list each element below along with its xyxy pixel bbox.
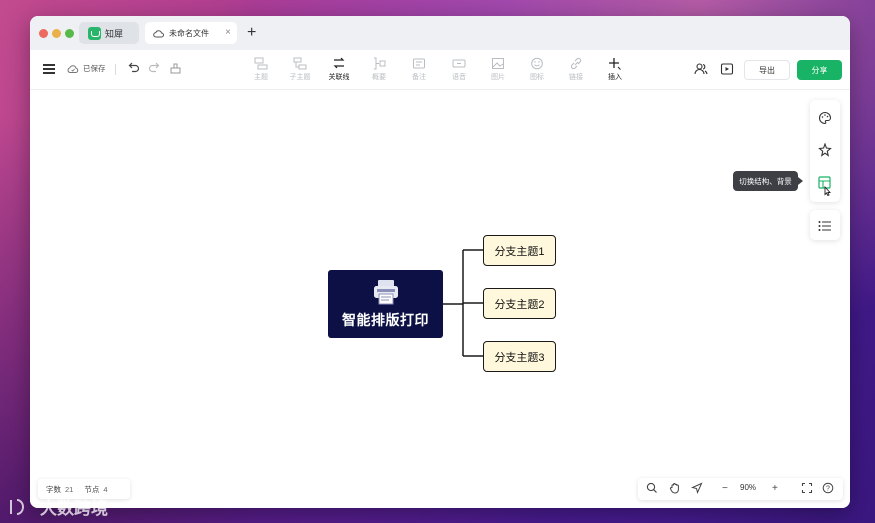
- svg-text:?: ?: [826, 485, 830, 492]
- search-icon[interactable]: [646, 482, 658, 499]
- zoom-in-button[interactable]: +: [772, 482, 778, 496]
- minimize-window-button[interactable]: [52, 29, 61, 38]
- hand-pan-icon[interactable]: [669, 482, 681, 499]
- watermark-text: 大数跨境: [40, 499, 108, 518]
- tool-link[interactable]: 链接: [561, 56, 591, 82]
- tool-subtopic[interactable]: 子主题: [285, 56, 315, 82]
- redo-icon[interactable]: [148, 61, 160, 76]
- cloud-saved-icon: [67, 64, 79, 73]
- voice-icon: [444, 56, 474, 70]
- branch-topic-2[interactable]: 分支主题2: [483, 288, 556, 319]
- structure-background-icon[interactable]: [818, 176, 834, 201]
- menu-icon[interactable]: [43, 64, 55, 74]
- collaborators-icon[interactable]: [694, 62, 708, 81]
- tool-voice[interactable]: 语音: [444, 56, 474, 82]
- app-window: 知犀 未命名文件 × + 已保存 主题 子主题 关联线 概要 备注 语音 图片 …: [30, 16, 850, 508]
- theme-palette-icon[interactable]: [818, 111, 832, 130]
- new-tab-button[interactable]: +: [247, 24, 256, 42]
- subtopic-icon: [285, 56, 315, 70]
- app-home-tab[interactable]: 知犀: [79, 22, 139, 44]
- outline-panel: [810, 210, 840, 240]
- zoom-out-button[interactable]: −: [722, 482, 728, 496]
- tool-label: 子主题: [289, 74, 311, 81]
- maximize-window-button[interactable]: [65, 29, 74, 38]
- save-status: 已保存: [67, 63, 106, 74]
- zoom-toolbar: − 90% + ?: [638, 478, 843, 500]
- tool-label: 备注: [412, 74, 426, 81]
- topic-icon: [246, 56, 276, 70]
- tool-label: 语音: [452, 74, 466, 81]
- share-button[interactable]: 分享: [797, 60, 842, 80]
- document-tab[interactable]: 未命名文件 ×: [145, 22, 237, 44]
- tool-label: 插入: [608, 74, 622, 81]
- close-window-button[interactable]: [39, 29, 48, 38]
- tool-emoji[interactable]: 图标: [522, 56, 552, 82]
- outline-list-icon[interactable]: [818, 219, 832, 237]
- title-bar: 知犀 未命名文件 × +: [30, 16, 850, 50]
- tool-relation-line[interactable]: 关联线: [324, 56, 354, 82]
- app-logo-icon: [88, 26, 101, 40]
- toolbar: 已保存 主题 子主题 关联线 概要 备注 语音 图片 图标 链接 插入 导出 分…: [30, 50, 850, 90]
- central-topic-text: 智能排版打印: [342, 311, 429, 328]
- link-icon: [561, 56, 591, 70]
- branch-topic-3[interactable]: 分支主题3: [483, 341, 556, 372]
- node-count-value: 4: [103, 484, 108, 494]
- presentation-icon[interactable]: [720, 62, 734, 81]
- tool-topic[interactable]: 主题: [246, 56, 276, 82]
- watermark-logo-icon: [10, 498, 24, 515]
- style-sparkle-icon[interactable]: [818, 142, 832, 162]
- mindmap-canvas[interactable]: 智能排版打印 分支主题1 分支主题2 分支主题3: [30, 90, 850, 508]
- image-icon: [483, 56, 513, 70]
- locate-arrow-icon[interactable]: [690, 482, 703, 499]
- structure-tooltip: 切换结构、背景: [733, 171, 803, 191]
- watermark: 大数跨境: [8, 494, 108, 519]
- right-tool-panel: [810, 100, 840, 202]
- emoji-icon: [522, 56, 552, 70]
- tool-insert[interactable]: 插入: [600, 56, 630, 82]
- app-name: 知犀: [105, 28, 124, 39]
- toolbar-divider: [115, 64, 116, 75]
- cloud-icon: [153, 29, 164, 37]
- tool-label: 关联线: [328, 74, 350, 81]
- tool-label: 概要: [372, 74, 386, 81]
- tool-note[interactable]: 备注: [404, 56, 434, 82]
- close-tab-icon[interactable]: ×: [225, 27, 231, 39]
- tool-label: 链接: [569, 74, 583, 81]
- note-icon: [404, 56, 434, 70]
- format-painter-icon[interactable]: [169, 62, 182, 80]
- word-count-label: 字数: [46, 484, 61, 494]
- export-button[interactable]: 导出: [744, 60, 790, 80]
- tool-summary[interactable]: 概要: [364, 56, 394, 82]
- central-topic-node[interactable]: 智能排版打印: [328, 270, 443, 338]
- summary-icon: [364, 56, 394, 70]
- word-count-value: 21: [65, 484, 74, 494]
- insert-icon: [600, 56, 630, 70]
- relation-line-icon: [324, 56, 354, 70]
- zoom-level: 90%: [740, 483, 757, 492]
- printer-icon: [373, 279, 398, 304]
- document-tab-title: 未命名文件: [169, 28, 209, 38]
- undo-icon[interactable]: [128, 61, 140, 76]
- tool-image[interactable]: 图片: [483, 56, 513, 82]
- fit-screen-icon[interactable]: [801, 482, 813, 499]
- tool-label: 主题: [254, 74, 268, 81]
- tool-label: 图片: [491, 74, 505, 81]
- help-icon[interactable]: ?: [822, 482, 834, 499]
- node-count-label: 节点: [84, 484, 100, 494]
- save-status-text: 已保存: [83, 64, 106, 73]
- tool-label: 图标: [530, 74, 544, 81]
- branch-topic-1[interactable]: 分支主题1: [483, 235, 556, 266]
